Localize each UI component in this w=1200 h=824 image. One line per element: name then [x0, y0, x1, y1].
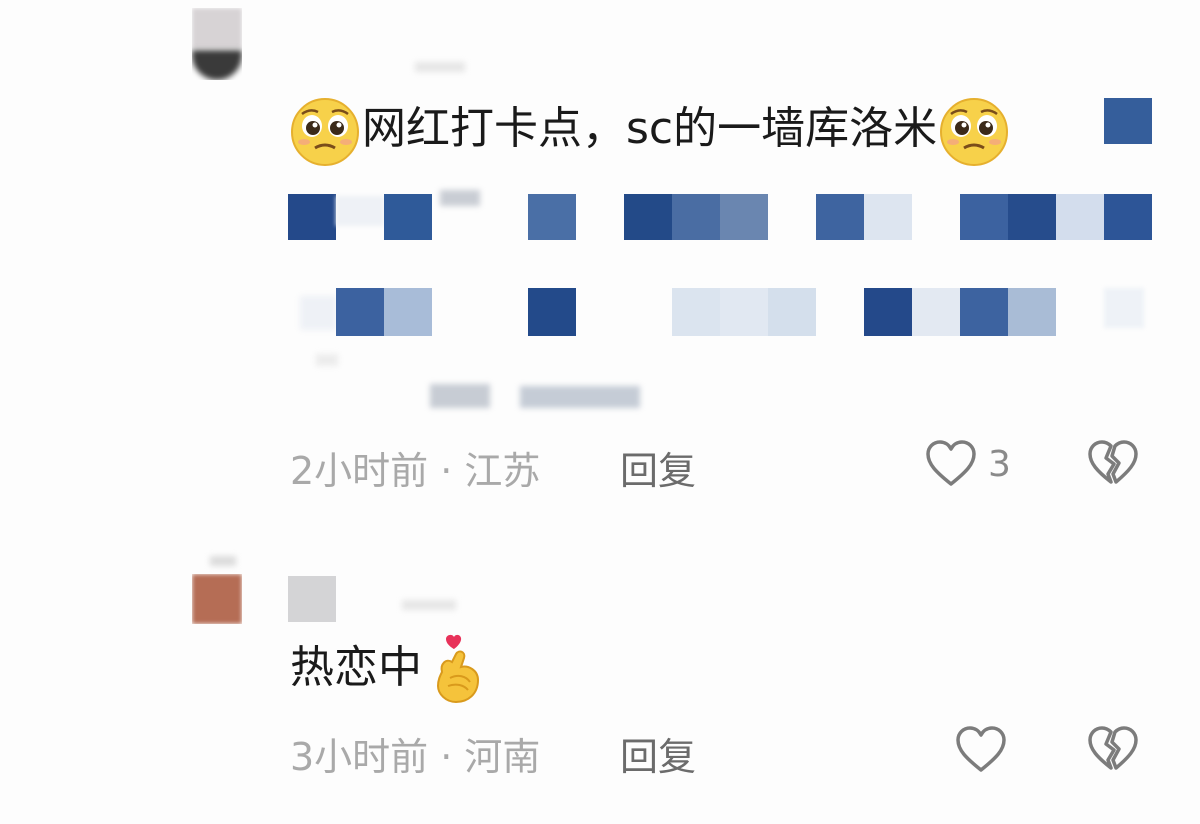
reply-button[interactable]: 回复 [620, 726, 696, 781]
reply-button[interactable]: 回复 [620, 440, 696, 495]
comment-text-row: 热恋中 [290, 634, 486, 706]
username-redacted [402, 600, 456, 610]
pleading-face-icon [940, 98, 1009, 166]
heart-outline-icon [926, 440, 976, 486]
comment-time-location: 3小时前 · 河南 [290, 735, 541, 779]
avatar[interactable] [192, 8, 242, 80]
heart-outline-icon [956, 726, 1006, 772]
avatar-decoration [210, 556, 236, 566]
finger-heart-icon [436, 634, 480, 704]
broken-heart-icon [1088, 440, 1138, 484]
comment-time-location: 2小时前 · 江苏 [290, 449, 541, 493]
pleading-face-icon [291, 98, 359, 166]
dislike-button[interactable] [1086, 438, 1142, 490]
dislike-button[interactable] [1086, 724, 1142, 776]
broken-heart-icon [1088, 726, 1138, 770]
like-count: 3 [988, 444, 1011, 485]
comment-text: 热恋中 [290, 642, 422, 693]
avatar[interactable] [192, 574, 242, 624]
username-redacted [415, 62, 465, 72]
like-button[interactable] [924, 438, 984, 490]
like-button[interactable] [954, 724, 1014, 776]
comment-text-row: 网红打卡点，sc的一墙库洛米 [288, 96, 1011, 166]
mosaic-redaction [1104, 98, 1152, 144]
username-redacted [288, 576, 336, 622]
comment-text: 网红打卡点，sc的一墙库洛米 [362, 103, 938, 154]
